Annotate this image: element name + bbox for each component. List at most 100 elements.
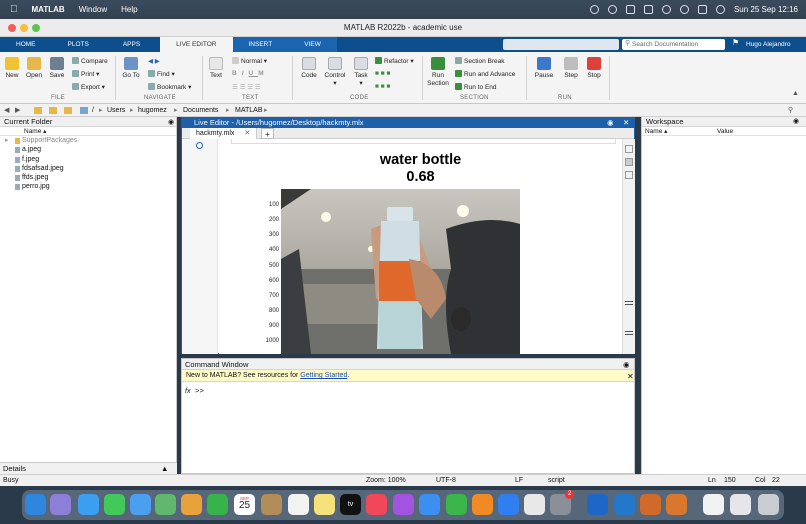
- user-account-menu[interactable]: Hugo Alejandro: [746, 37, 790, 52]
- notification-bell-icon[interactable]: ⚑: [732, 38, 739, 47]
- zoom-window-button[interactable]: [32, 24, 40, 32]
- numbers-icon[interactable]: [446, 494, 467, 515]
- list-item-file[interactable]: f.jpeg: [0, 155, 176, 164]
- command-prompt[interactable]: >>: [195, 388, 204, 396]
- save-button[interactable]: Save: [45, 55, 69, 79]
- list-item-supportpackages[interactable]: SupportPackages ▸: [0, 136, 176, 145]
- refactor-button[interactable]: Refactor ▾: [375, 57, 414, 65]
- run-section-button[interactable]: Run Section: [425, 55, 451, 88]
- trash-icon[interactable]: [758, 494, 779, 515]
- list-item-file[interactable]: a.jpeg: [0, 145, 176, 154]
- tab-live-editor[interactable]: LIVE EDITOR: [160, 37, 233, 52]
- function-browser-icon[interactable]: fx: [185, 388, 190, 395]
- music-icon[interactable]: [366, 494, 387, 515]
- outlook-icon[interactable]: [587, 494, 608, 515]
- battery-icon[interactable]: [643, 5, 653, 14]
- step-button[interactable]: Step: [559, 55, 583, 79]
- siri-icon[interactable]: [715, 5, 725, 14]
- tab-plots[interactable]: PLOTS: [46, 37, 99, 52]
- notes-icon[interactable]: [314, 494, 335, 515]
- panel-menu-icon[interactable]: ◉: [623, 359, 630, 370]
- chrome-icon[interactable]: [524, 494, 545, 515]
- system-settings-icon[interactable]: 2: [550, 490, 574, 515]
- search-documentation-input[interactable]: Search Documentation: [622, 39, 725, 50]
- path-segment-documents[interactable]: Documents: [183, 104, 218, 117]
- panel-menu-icon[interactable]: ◉: [793, 117, 799, 125]
- run-and-advance-button[interactable]: Run and Advance: [455, 70, 515, 78]
- pages-icon[interactable]: [472, 494, 493, 515]
- document-icon[interactable]: [703, 494, 724, 515]
- bold-button[interactable]: B: [232, 70, 242, 77]
- bookmark-button[interactable]: Bookmark ▾: [148, 83, 191, 91]
- goto-button[interactable]: Go To: [119, 55, 143, 79]
- section-marker-icon[interactable]: [625, 301, 633, 305]
- reminders-icon[interactable]: [288, 494, 309, 515]
- search-folder-icon[interactable]: ⚲: [788, 104, 793, 117]
- code-tools-row2[interactable]: ■ ■ ■: [375, 83, 390, 90]
- section-marker-icon[interactable]: [625, 331, 633, 335]
- find-button[interactable]: Find ▾: [148, 70, 175, 78]
- contacts-icon[interactable]: [261, 494, 282, 515]
- status-play-icon[interactable]: [607, 5, 617, 14]
- text-button[interactable]: Text: [204, 55, 228, 79]
- facetime-icon[interactable]: [207, 494, 228, 515]
- name-column-header[interactable]: Name ▴: [0, 127, 176, 136]
- minimize-window-button[interactable]: [20, 24, 28, 32]
- menu-app-name[interactable]: MATLAB: [32, 5, 65, 14]
- messages-icon[interactable]: [104, 494, 125, 515]
- tab-home[interactable]: HOME: [0, 37, 46, 52]
- close-window-button[interactable]: [8, 24, 16, 32]
- list-item-file[interactable]: fdsafsad.jpeg: [0, 164, 176, 173]
- getting-started-link[interactable]: Getting Started: [300, 372, 347, 379]
- path-segment-users[interactable]: Users: [107, 104, 125, 117]
- code-cell[interactable]: [231, 139, 616, 144]
- tab-hackmty[interactable]: hackmty.mlx ✕: [190, 128, 258, 139]
- back-arrow-icon[interactable]: ◀: [4, 104, 9, 117]
- list-item-file[interactable]: perro.jpg: [0, 182, 176, 191]
- stop-button[interactable]: Stop: [582, 55, 606, 79]
- downloads-stack-icon[interactable]: [730, 494, 751, 515]
- control-button[interactable]: Control ▾: [322, 55, 348, 87]
- open-button[interactable]: Open: [22, 55, 46, 79]
- apple-tv-icon[interactable]: tv: [340, 494, 361, 515]
- hide-code-icon[interactable]: [625, 171, 633, 179]
- new-button[interactable]: New: [0, 55, 24, 79]
- collapse-ribbon-icon[interactable]: ▲: [792, 90, 799, 97]
- calendar-icon[interactable]: SEP 25: [234, 494, 255, 515]
- path-segment-root[interactable]: /: [92, 104, 94, 117]
- compare-button[interactable]: Compare: [72, 57, 108, 65]
- launchpad-icon[interactable]: [50, 494, 71, 515]
- menubar-clock[interactable]: Sun 25 Sep 12:16: [734, 5, 798, 14]
- menu-help[interactable]: Help: [121, 5, 137, 14]
- code-button[interactable]: Code: [297, 55, 321, 79]
- workspace-value-column[interactable]: Value: [717, 127, 733, 136]
- matlab-r2022b-icon[interactable]: [666, 494, 687, 515]
- list-format-icons[interactable]: ☰ ☰ ☰ ☰: [232, 83, 261, 91]
- panel-menu-icon[interactable]: ◉: [168, 118, 174, 126]
- photos-icon[interactable]: [181, 494, 202, 515]
- output-right-icon[interactable]: [625, 158, 633, 166]
- tab-apps[interactable]: APPS: [99, 37, 160, 52]
- text-style-dropdown[interactable]: Normal ▾: [232, 57, 267, 65]
- mail-icon[interactable]: [130, 494, 151, 515]
- app-store-icon[interactable]: [498, 494, 519, 515]
- panel-menu-icon[interactable]: ◉: [607, 118, 614, 128]
- italic-button[interactable]: I: [242, 70, 249, 77]
- quick-access-toolbar[interactable]: [503, 39, 619, 50]
- run-to-end-button[interactable]: Run to End: [455, 83, 497, 91]
- list-item-file[interactable]: ffds.jpeg: [0, 173, 176, 182]
- maps-icon[interactable]: [155, 494, 176, 515]
- spotlight-search-icon[interactable]: [679, 5, 689, 14]
- code-tools-row1[interactable]: ■ ■ ■: [375, 70, 390, 77]
- safari-icon[interactable]: [78, 494, 99, 515]
- forward-arrow-icon[interactable]: ▶: [15, 104, 20, 117]
- path-segment-matlab[interactable]: MATLAB: [235, 104, 263, 117]
- tab-view[interactable]: VIEW: [288, 37, 337, 52]
- underline-button[interactable]: U: [249, 70, 259, 77]
- details-panel-header[interactable]: Details ▲: [0, 462, 177, 474]
- apple-icon[interactable]: : [10, 4, 18, 15]
- task-button[interactable]: Task ▾: [349, 55, 373, 87]
- monospace-button[interactable]: M: [258, 70, 268, 77]
- podcasts-icon[interactable]: [393, 494, 414, 515]
- back-forward-arrows-icon[interactable]: ◀ ▶: [148, 57, 160, 65]
